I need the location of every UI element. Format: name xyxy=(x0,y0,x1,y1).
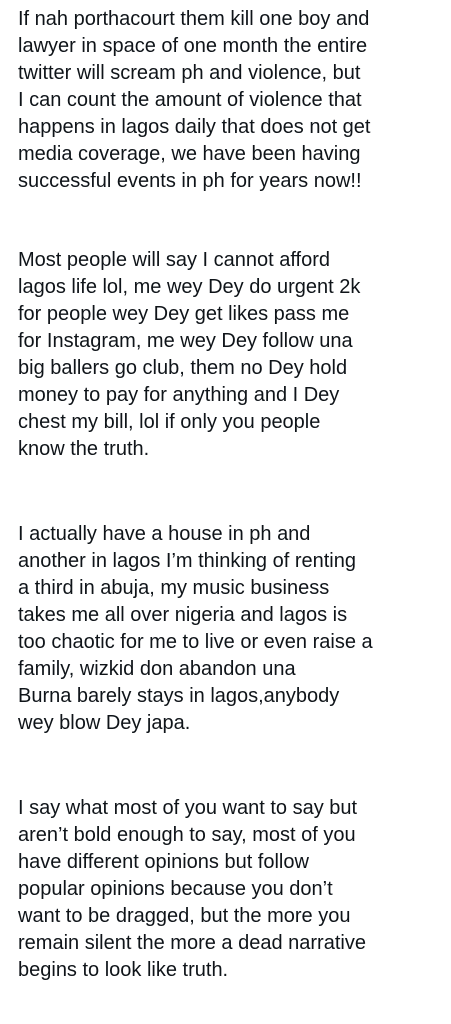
tweet-paragraph-2: Most people will say I cannot afford lag… xyxy=(18,249,361,460)
tweet-text-thread: If nah porthacourt them kill one boy and… xyxy=(0,0,451,1024)
tweet-paragraph-3: I actually have a house in ph and anothe… xyxy=(18,523,373,734)
tweet-paragraph-4: I say what most of you want to say but a… xyxy=(18,797,366,981)
tweet-paragraph-1: If nah porthacourt them kill one boy and… xyxy=(18,8,371,192)
